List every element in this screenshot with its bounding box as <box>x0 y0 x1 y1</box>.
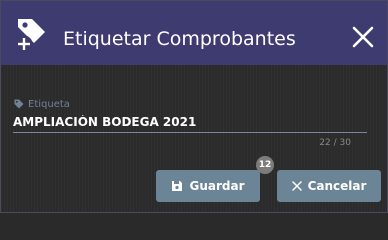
floppy-disk-icon <box>172 181 183 191</box>
close-icon <box>291 181 302 191</box>
cancel-button-label: Cancelar <box>307 179 367 193</box>
tag-icon <box>14 99 24 109</box>
selection-count-badge: 12 <box>256 156 274 174</box>
save-button[interactable]: Guardar <box>156 170 260 202</box>
tag-add-icon <box>15 19 45 53</box>
close-icon[interactable] <box>351 25 375 49</box>
tag-field-label: Etiqueta <box>14 97 70 111</box>
dialog-header: Etiquetar Comprobantes <box>1 1 387 65</box>
tag-field-label-text: Etiqueta <box>28 98 70 110</box>
dialog-title: Etiquetar Comprobantes <box>63 28 296 50</box>
tag-dialog: Etiquetar Comprobantes Etiqueta 22 / 30 … <box>0 0 388 213</box>
char-counter: 22 / 30 <box>319 138 351 148</box>
cancel-button[interactable]: Cancelar <box>277 170 381 202</box>
tag-input[interactable] <box>13 112 367 133</box>
save-button-label: Guardar <box>189 179 245 193</box>
